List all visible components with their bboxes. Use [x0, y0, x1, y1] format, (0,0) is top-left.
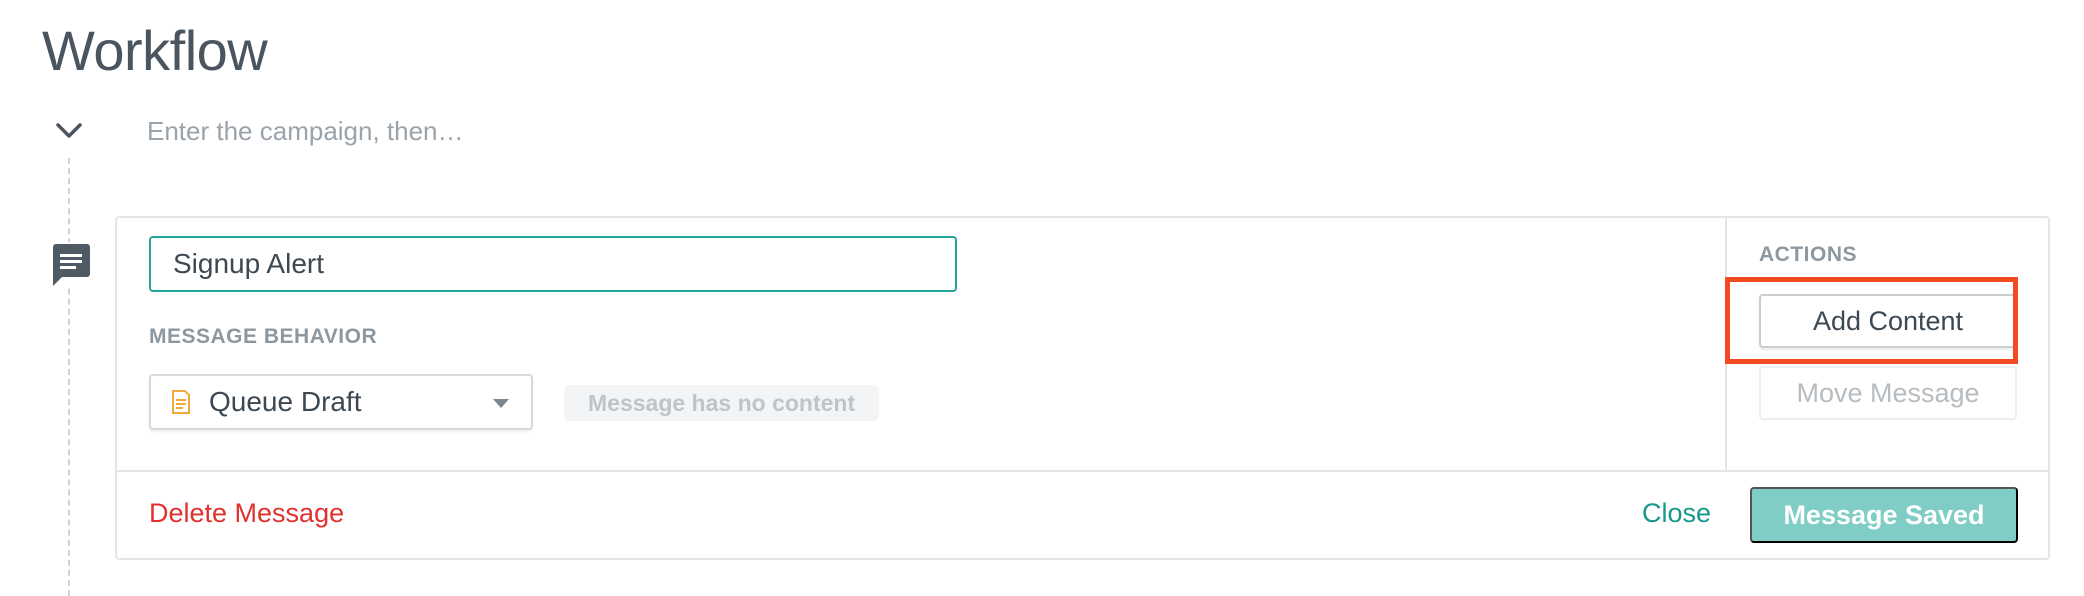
message-card: MESSAGE BEHAVIOR Queue Draft Message has… — [115, 216, 2050, 560]
move-message-button[interactable]: Move Message — [1759, 366, 2017, 420]
actions-label: ACTIONS — [1759, 243, 1857, 266]
actions-panel: ACTIONS Add Content Move Message — [1725, 218, 2048, 470]
timeline-connector — [68, 158, 70, 596]
workflow-page: Workflow Enter the campaign, then… MESSA… — [0, 0, 2084, 596]
message-bubble-icon — [48, 242, 92, 288]
content-status-badge: Message has no content — [564, 385, 880, 421]
dropdown-caret-icon — [493, 399, 509, 408]
message-behavior-select[interactable]: Queue Draft — [149, 374, 533, 430]
message-name-input[interactable] — [149, 236, 957, 292]
trigger-description: Enter the campaign, then… — [147, 116, 464, 146]
message-saved-button[interactable]: Message Saved — [1750, 487, 2018, 543]
page-title: Workflow — [42, 19, 268, 82]
collapse-toggle-button[interactable] — [52, 114, 86, 148]
message-behavior-value: Queue Draft — [209, 386, 362, 417]
message-card-footer: Delete Message Close Message Saved — [117, 470, 2048, 558]
document-icon — [171, 390, 191, 414]
message-settings-panel: MESSAGE BEHAVIOR Queue Draft Message has… — [117, 218, 1725, 470]
message-behavior-label: MESSAGE BEHAVIOR — [149, 325, 378, 348]
close-link[interactable]: Close — [1642, 498, 1711, 529]
delete-message-link[interactable]: Delete Message — [149, 498, 344, 529]
chevron-down-icon — [56, 123, 82, 138]
add-content-button[interactable]: Add Content — [1759, 294, 2017, 348]
